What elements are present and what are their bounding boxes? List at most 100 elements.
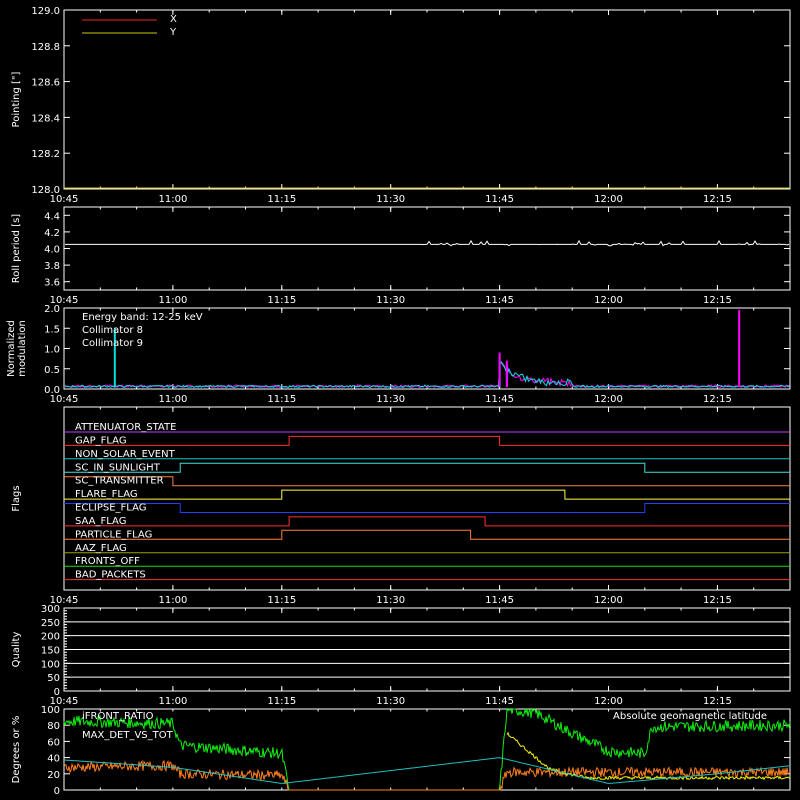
modulation-noise-magenta xyxy=(64,361,790,389)
ratio-series-absolute-geomagnetic-latitude xyxy=(63,757,791,784)
flag-trace-saa-flag xyxy=(64,516,790,527)
roll-xtick-label: 12:00 xyxy=(594,295,623,306)
roll-xtick-label: 12:15 xyxy=(703,295,732,306)
flag-label-non-solar-event: NON_SOLAR_EVENT xyxy=(75,449,176,460)
flag-label-flare-flag: FLARE_FLAG xyxy=(75,489,138,500)
modulation-ylabel: Normalized xyxy=(6,320,17,377)
flags-xtick-label: 11:30 xyxy=(376,595,405,606)
flags-xtick-label: 11:00 xyxy=(158,595,187,606)
modulation-xtick-label: 11:30 xyxy=(376,394,405,405)
ratio-ylabel: Degrees or % xyxy=(11,716,22,784)
quality-ytick-label: 0 xyxy=(54,687,60,698)
quality-xtick-label: 11:00 xyxy=(158,696,187,707)
ratio-ytick-label: 100 xyxy=(41,705,60,716)
roll-series xyxy=(65,239,790,247)
quality-xtick-label: 11:30 xyxy=(376,696,405,707)
roll-ytick-label: 3.6 xyxy=(44,278,60,289)
flags-ylabel: Flags xyxy=(11,485,22,511)
modulation-xtick-label: 11:15 xyxy=(267,394,296,405)
pointing-ytick-label: 128.0 xyxy=(31,185,60,196)
ratio-series-max-det-vs-tot xyxy=(63,759,791,791)
flags-xtick-label: 12:00 xyxy=(594,595,623,606)
flag-label-fronts-off: FRONTS_OFF xyxy=(75,556,140,567)
modulation-noise-cyan xyxy=(64,361,790,389)
pointing-ytick-label: 128.6 xyxy=(31,78,60,89)
roll-ytick-label: 4.0 xyxy=(44,245,60,256)
modulation-ytick-label: 1.0 xyxy=(44,345,60,356)
flag-trace-eclipse-flag xyxy=(64,503,790,513)
pointing-xtick-label: 11:00 xyxy=(158,194,187,205)
legend-x-label: X xyxy=(170,14,177,25)
flag-label-eclipse-flag: ECLIPSE_FLAG xyxy=(75,503,146,514)
roll-frame xyxy=(63,206,791,291)
flags-xtick-label: 11:15 xyxy=(267,595,296,606)
pointing-ytick-label: 129.0 xyxy=(31,6,60,17)
ratio-legend-geomagnetic-latitude: Absolute geomagnetic latitude xyxy=(613,711,767,722)
pointing-ytick-label: 128.4 xyxy=(31,113,60,124)
annotation-collimator-9: Collimator 9 xyxy=(82,338,143,349)
ratio-ytick-label: 40 xyxy=(47,754,60,765)
quality-ytick-label: 150 xyxy=(41,646,60,657)
quality-ytick-label: 250 xyxy=(41,618,60,629)
modulation-ytick-label: 2.0 xyxy=(44,304,60,315)
modulation-xtick-label: 11:45 xyxy=(485,394,514,405)
flags-xtick-label: 12:15 xyxy=(703,595,732,606)
ratio-legend-max-det-vs-tot: MAX_DET_VS_TOT xyxy=(82,730,174,741)
ratio-ytick-label: 80 xyxy=(47,721,60,732)
modulation-xtick-label: 12:00 xyxy=(594,394,623,405)
modulation-xtick-label: 12:15 xyxy=(703,394,732,405)
roll-ytick-label: 3.8 xyxy=(44,261,60,272)
pointing-ytick-label: 128.2 xyxy=(31,149,60,160)
flags-frame xyxy=(63,406,791,591)
roll-xtick-label: 11:00 xyxy=(158,295,187,306)
quality-xtick-label: 11:15 xyxy=(267,696,296,707)
modulation-ytick-label: 0.0 xyxy=(44,385,60,396)
quality-xtick-label: 12:00 xyxy=(594,696,623,707)
pointing-xtick-label: 11:45 xyxy=(485,194,514,205)
flag-label-aaz-flag: AAZ_FLAG xyxy=(75,543,127,554)
flags-xtick-label: 11:45 xyxy=(485,595,514,606)
legend-y-label: Y xyxy=(169,27,177,38)
modulation-ylabel: modulation xyxy=(17,320,28,377)
flag-trace-flare-flag xyxy=(64,489,790,500)
pointing-ytick-label: 128.8 xyxy=(31,42,60,53)
roll-xtick-label: 11:45 xyxy=(485,295,514,306)
quality-xtick-label: 11:45 xyxy=(485,696,514,707)
flag-label-saa-flag: SAA_FLAG xyxy=(75,516,126,527)
flag-trace-gap-flag xyxy=(64,435,790,446)
flag-label-attenuator-state: ATTENUATOR_STATE xyxy=(75,422,176,433)
quality-ytick-label: 100 xyxy=(41,659,60,670)
ratio-ytick-label: 60 xyxy=(47,737,60,748)
roll-xtick-label: 11:30 xyxy=(376,295,405,306)
flag-trace-sc-in-sunlight xyxy=(64,462,790,473)
pointing-xtick-label: 12:15 xyxy=(703,194,732,205)
roll-ytick-label: 4.4 xyxy=(44,211,60,222)
annotation-energy-band: Energy band: 12-25 keV xyxy=(82,312,203,323)
flag-label-gap-flag: GAP_FLAG xyxy=(75,435,127,446)
quality-ytick-label: 300 xyxy=(41,604,60,615)
roll-ylabel: Roll period [s] xyxy=(11,214,22,283)
flag-label-particle-flag: PARTICLE_FLAG xyxy=(75,529,152,540)
ratio-ytick-label: 20 xyxy=(47,770,60,781)
flag-label-sc-in-sunlight: SC_IN_SUNLIGHT xyxy=(75,462,161,473)
chart-canvas: 10:45 11:00 11:15 11:30 11:45 12:00 12:15128.0… xyxy=(0,0,800,800)
ratio-ytick-label: 0 xyxy=(54,786,60,797)
roll-xtick-label: 11:15 xyxy=(267,295,296,306)
quality-ytick-label: 50 xyxy=(47,673,60,684)
modulation-xtick-label: 11:00 xyxy=(158,394,187,405)
modulation-ytick-label: 1.5 xyxy=(44,324,60,335)
quality-ylabel: Quality xyxy=(11,632,22,668)
pointing-xtick-label: 11:30 xyxy=(376,194,405,205)
quality-ytick-label: 200 xyxy=(41,632,60,643)
pointing-xtick-label: 11:15 xyxy=(267,194,296,205)
flag-trace-sc-transmitter xyxy=(64,476,790,487)
ratio-legend-ifront-ratio: iFRONT_RATIO xyxy=(82,711,154,722)
annotation-collimator-8: Collimator 8 xyxy=(82,325,143,336)
pointing-xtick-label: 12:00 xyxy=(594,194,623,205)
flag-trace-particle-flag xyxy=(64,529,790,540)
flag-label-bad-packets: BAD_PACKETS xyxy=(75,570,146,581)
modulation-ytick-label: 0.5 xyxy=(44,365,60,376)
flag-label-sc-transmitter: SC_TRANSMITTER xyxy=(75,476,164,487)
quality-xtick-label: 12:15 xyxy=(703,696,732,707)
roll-ytick-label: 4.2 xyxy=(44,228,60,239)
